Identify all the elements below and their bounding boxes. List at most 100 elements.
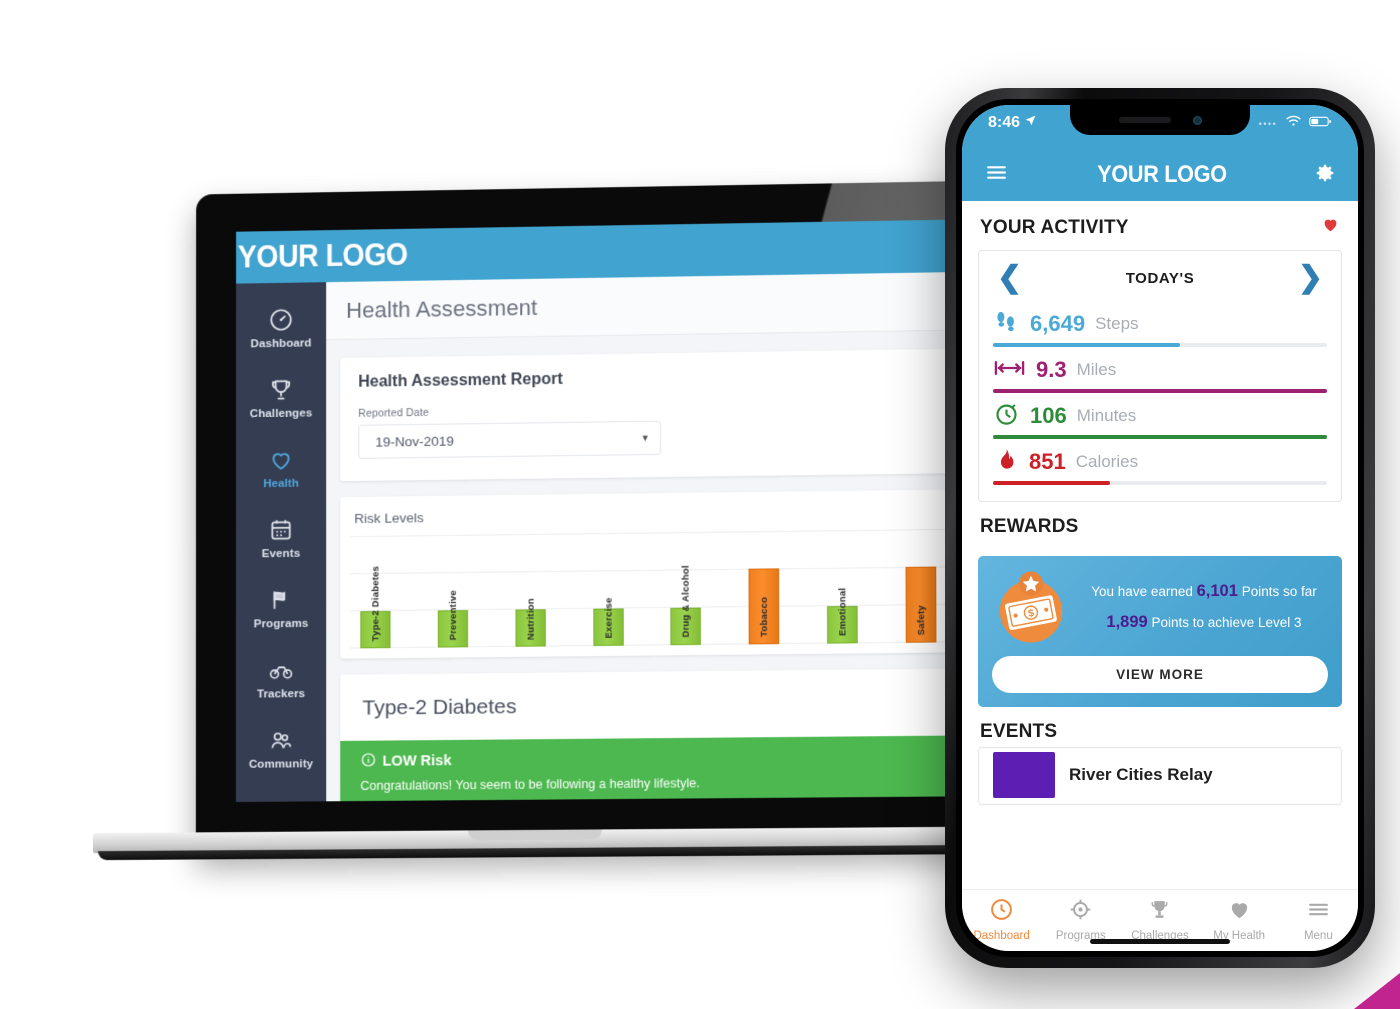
sidebar-item-programs[interactable]: Programs <box>236 573 326 644</box>
chart-bar[interactable]: Tobacco <box>749 569 780 645</box>
rewards-needed-suffix: Points to achieve Level 3 <box>1151 615 1301 630</box>
sidebar-item-health[interactable]: Health <box>236 432 326 503</box>
chart-bar[interactable]: Type-2 Diabetes <box>360 611 390 649</box>
activity-metric: 9.3 Miles <box>993 349 1327 393</box>
flame-icon <box>993 447 1019 478</box>
distance-arrows-icon <box>993 357 1026 384</box>
heart-icon <box>1227 897 1252 927</box>
status-indicators <box>1258 114 1332 132</box>
sidebar-item-trackers[interactable]: Trackers <box>236 643 326 714</box>
tab-label: Menu <box>1304 930 1333 942</box>
chart-bar-label: Type-2 Diabetes <box>370 566 381 642</box>
chevron-right-icon[interactable]: ❯ <box>1298 263 1323 293</box>
phone-status-bar: 8:46 <box>962 105 1358 149</box>
page-header: Health Assessment <box>326 272 970 340</box>
tab-dashboard[interactable]: Dashboard <box>964 897 1040 942</box>
chart-bar-label: Tobacco <box>758 597 769 637</box>
sidebar-item-dashboard[interactable]: Dashboard <box>236 292 326 363</box>
metric-unit: Miles <box>1077 360 1117 380</box>
metric-unit: Minutes <box>1077 406 1137 426</box>
reported-date-select[interactable]: 19-Nov-2019 ▼ <box>358 421 661 459</box>
sidebar-item-label: Events <box>262 548 300 560</box>
risk-levels-chart: Type-2 Diabetes Preventive Nutrition Exerci… <box>350 529 946 648</box>
phone-notch <box>1070 105 1250 135</box>
event-list-item[interactable]: River Cities Relay <box>979 748 1341 798</box>
gear-icon[interactable] <box>1314 162 1336 189</box>
footprints-icon <box>993 308 1020 340</box>
chart-bar-slot: Type-2 Diabetes <box>356 536 394 649</box>
sidebar-item-label: Trackers <box>257 688 305 700</box>
laptop-lid: YOUR LOGO Dashboard Challenges Health Ev… <box>196 181 976 855</box>
reported-date-value: 19-Nov-2019 <box>375 433 454 449</box>
earpiece-speaker <box>1119 117 1171 123</box>
rewards-earned-line: You have earned 6,101 Points so far <box>1080 576 1328 607</box>
chart-bar[interactable]: Preventive <box>438 610 468 648</box>
tab-challenges[interactable]: Challenges <box>1122 897 1198 942</box>
speedometer-icon <box>268 307 294 333</box>
chart-bar-slot: Preventive <box>434 535 472 648</box>
day-label: TODAY'S <box>1126 270 1195 287</box>
chart-bar-slot: Nutrition <box>511 534 550 647</box>
clock-icon <box>989 897 1014 927</box>
chart-bar[interactable]: Exercise <box>593 608 623 646</box>
bicycle-icon <box>268 657 294 683</box>
rewards-next-level-line: 1,899 Points to achieve Level 3 <box>1080 607 1328 638</box>
flag-icon <box>268 587 294 613</box>
metric-progress-track <box>993 389 1327 393</box>
risk-message: Congratulations! You seem to be followin… <box>360 774 936 793</box>
diagnosis-card: Type-2 Diabetes LOW Risk Congratulations… <box>340 669 957 802</box>
rewards-needed-points: 1,899 <box>1106 613 1147 631</box>
view-more-button[interactable]: VIEW MORE <box>992 656 1328 693</box>
chart-bars: Type-2 Diabetes Preventive Nutrition Exerci… <box>350 529 946 648</box>
day-navigator: ❮ TODAY'S ❯ <box>993 263 1327 303</box>
desktop-body: Dashboard Challenges Health Events Progr… <box>236 272 972 802</box>
activity-metrics-list: 6,649 Steps 9.3 Miles 106 Minutes 851 Calories <box>993 303 1327 485</box>
signal-dots-icon <box>1258 114 1278 132</box>
metric-value: 106 <box>1030 403 1067 429</box>
hamburger-menu-icon[interactable] <box>984 160 1009 190</box>
metric-unit: Calories <box>1076 452 1138 472</box>
heart-icon[interactable] <box>1321 215 1340 240</box>
sidebar-item-events[interactable]: Events <box>236 502 326 573</box>
chevron-left-icon[interactable]: ❮ <box>997 263 1022 293</box>
sidebar-item-label: Challenges <box>250 407 312 420</box>
chart-bar-label: Preventive <box>447 590 458 640</box>
wifi-icon <box>1285 114 1302 132</box>
page-title: Health Assessment <box>346 294 537 323</box>
sidebar-item-community[interactable]: Community <box>236 713 326 784</box>
chart-bar[interactable]: Drug & Alcohol <box>671 607 702 645</box>
tab-programs[interactable]: Programs <box>1043 897 1119 942</box>
event-thumbnail <box>993 752 1055 798</box>
sidebar-item-challenges[interactable]: Challenges <box>236 362 326 433</box>
metric-progress-fill <box>993 389 1327 393</box>
tab-label: Dashboard <box>973 930 1029 942</box>
metric-progress-fill <box>993 343 1180 347</box>
metric-progress-track <box>993 343 1327 347</box>
phone-bezel: 8:46 YOUR LOGO YOUR ACTIVITY ❮ TODAY'S ❯… <box>956 99 1364 957</box>
chevron-down-icon: ▼ <box>641 433 650 443</box>
chart-bar[interactable]: Emotional <box>827 606 858 644</box>
hamburger-menu-icon <box>1306 897 1331 927</box>
phone-app-header: YOUR LOGO <box>962 149 1358 201</box>
rewards-section-title: REWARDS <box>962 502 1358 548</box>
chart-bar-slot: Emotional <box>823 530 862 644</box>
status-time-group: 8:46 <box>988 114 1037 132</box>
tab-my-health[interactable]: My Health <box>1201 897 1277 942</box>
rewards-earned-suffix: Points so far <box>1242 584 1317 599</box>
chart-bar[interactable]: Safety <box>905 567 936 643</box>
stopwatch-icon <box>993 400 1020 432</box>
tab-menu[interactable]: Menu <box>1280 897 1356 942</box>
sidebar-item-label: Community <box>249 758 313 771</box>
chart-bar[interactable]: Nutrition <box>515 609 545 647</box>
activity-metric: 106 Minutes <box>993 395 1327 439</box>
sidebar-item-label: Health <box>263 478 299 490</box>
reported-date-label: Reported Date <box>358 400 938 420</box>
metric-value: 6,649 <box>1030 311 1085 337</box>
heart-icon <box>268 447 294 473</box>
section-title-text: REWARDS <box>980 516 1079 538</box>
diagnosis-title: Type-2 Diabetes <box>340 691 957 741</box>
target-icon <box>1068 897 1093 927</box>
home-indicator <box>1090 939 1230 944</box>
phone-content: YOUR ACTIVITY ❮ TODAY'S ❯ 6,649 Steps 9.… <box>962 201 1358 889</box>
sidebar-item-label: Dashboard <box>251 337 312 350</box>
